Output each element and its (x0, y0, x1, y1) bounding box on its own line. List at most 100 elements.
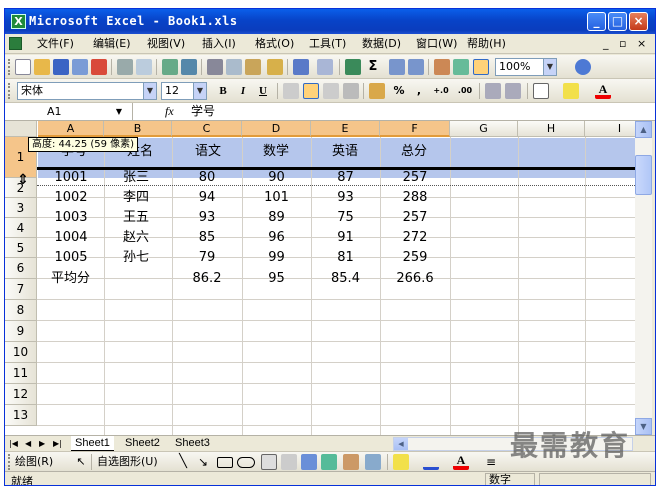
column-header-h[interactable]: H (518, 121, 585, 137)
cell-e5[interactable]: 91 (311, 228, 380, 248)
cell-f1[interactable]: 总分 (401, 142, 427, 162)
row-header-6[interactable]: 6 (5, 258, 37, 279)
autosum-icon[interactable]: Σ (365, 59, 381, 75)
menu-tools[interactable]: 工具(T) (307, 36, 348, 52)
clip-art-icon[interactable] (343, 454, 359, 470)
cell-d5[interactable]: 96 (242, 228, 311, 248)
cell-d7[interactable]: 95 (242, 269, 311, 289)
new-icon[interactable] (15, 59, 31, 75)
menu-window[interactable]: 窗口(W) (414, 36, 459, 52)
oval-icon[interactable] (237, 457, 255, 468)
row-header-9[interactable]: 9 (5, 321, 37, 342)
chevron-down-icon[interactable]: ▼ (116, 103, 122, 120)
currency-icon[interactable] (369, 83, 385, 99)
text-box-icon[interactable] (261, 454, 277, 470)
cell-b2[interactable]: 张三 (123, 168, 149, 188)
row-header-3[interactable]: 3 (5, 198, 37, 218)
save-icon[interactable] (53, 59, 69, 75)
sort-ascending-icon[interactable] (389, 59, 405, 75)
vertical-scrollbar[interactable]: ▲ ▼ (635, 121, 652, 435)
permission-icon[interactable] (72, 59, 88, 75)
format-painter-icon[interactable] (267, 59, 283, 75)
mdi-restore-button[interactable]: ▫ (619, 36, 626, 52)
comma-button[interactable]: , (411, 83, 427, 99)
cell-e6[interactable]: 81 (311, 248, 380, 268)
cell-e7[interactable]: 85.4 (311, 269, 380, 289)
column-header-b[interactable]: B (104, 121, 172, 137)
vertical-text-box-icon[interactable] (281, 454, 297, 470)
row-header-5[interactable]: 5 (5, 238, 37, 258)
name-box[interactable]: A1 ▼ (7, 103, 133, 120)
first-sheet-icon[interactable]: |◀ (9, 437, 18, 451)
column-header-i[interactable]: I (585, 121, 635, 137)
cell-b5[interactable]: 赵六 (123, 228, 149, 248)
redo-icon[interactable] (317, 59, 333, 75)
cell-c7[interactable]: 86.2 (172, 269, 242, 289)
menu-help[interactable]: 帮助(H) (465, 36, 508, 52)
help-icon[interactable] (575, 59, 591, 75)
cell-d4[interactable]: 89 (242, 208, 311, 228)
align-center-icon[interactable] (303, 83, 319, 99)
drawing-active-icon[interactable] (473, 59, 489, 75)
chevron-down-icon[interactable]: ▼ (143, 83, 156, 99)
sheet-tab-1[interactable]: Sheet1 (71, 436, 114, 451)
select-all-corner[interactable] (5, 121, 37, 137)
worksheet-grid[interactable]: A B C D E F G H I 1 2 3 4 5 6 7 8 9 10 1… (5, 121, 635, 435)
decrease-decimal-button[interactable]: .00 (457, 83, 473, 99)
column-header-f[interactable]: F (380, 121, 450, 137)
arrow-icon[interactable]: ↘ (195, 454, 211, 470)
increase-decimal-button[interactable]: +.0 (433, 83, 449, 99)
fill-color-icon[interactable] (393, 454, 409, 470)
row-header-10[interactable]: 10 (5, 342, 37, 363)
rectangle-icon[interactable] (217, 457, 233, 468)
hyperlink-icon[interactable] (345, 59, 361, 75)
percent-button[interactable]: % (391, 83, 407, 99)
cell-c6[interactable]: 79 (172, 248, 242, 268)
cell-d6[interactable]: 99 (242, 248, 311, 268)
cell-a4[interactable]: 1003 (38, 208, 104, 228)
cell-a6[interactable]: 1005 (38, 248, 104, 268)
close-button[interactable]: × (629, 12, 648, 31)
align-right-icon[interactable] (323, 83, 339, 99)
cell-a2[interactable]: 1001 (38, 168, 104, 188)
menu-view[interactable]: 视图(V) (145, 36, 187, 52)
drawing-toggle-icon[interactable] (453, 59, 469, 75)
diagram-icon[interactable] (321, 454, 337, 470)
cell-a3[interactable]: 1002 (38, 188, 104, 208)
cell-c2[interactable]: 80 (172, 168, 242, 188)
email-icon[interactable] (91, 59, 107, 75)
menu-format[interactable]: 格式(O) (253, 36, 296, 52)
spelling-icon[interactable] (162, 59, 178, 75)
workbook-icon[interactable] (9, 37, 22, 50)
cell-e4[interactable]: 75 (311, 208, 380, 228)
row-header-8[interactable]: 8 (5, 300, 37, 321)
chevron-down-icon[interactable]: ▼ (543, 59, 556, 75)
italic-button[interactable]: I (235, 83, 251, 99)
row-header-7[interactable]: 7 (5, 279, 37, 300)
underline-button[interactable]: U (255, 83, 271, 99)
cell-f3[interactable]: 288 (380, 188, 450, 208)
draw-menu-button[interactable]: 绘图(R) (15, 455, 53, 469)
formula-input[interactable]: 学号 (191, 103, 215, 120)
cell-c1[interactable]: 语文 (195, 142, 221, 162)
cell-b6[interactable]: 孙七 (123, 248, 149, 268)
menu-insert[interactable]: 插入(I) (200, 36, 238, 52)
scroll-thumb[interactable] (635, 155, 652, 195)
row-header-12[interactable]: 12 (5, 384, 37, 405)
sheet-tab-2[interactable]: Sheet2 (121, 436, 164, 451)
scroll-down-icon[interactable]: ▼ (635, 418, 652, 435)
column-header-g[interactable]: G (450, 121, 518, 137)
bold-button[interactable]: B (215, 83, 231, 99)
column-header-a[interactable]: A (38, 121, 104, 137)
cell-c4[interactable]: 93 (172, 208, 242, 228)
picture-icon[interactable] (365, 454, 381, 470)
font-color-icon[interactable]: A (595, 83, 611, 99)
cell-a7[interactable]: 平均分 (51, 269, 90, 289)
row-header-4[interactable]: 4 (5, 218, 37, 238)
maximize-button[interactable]: □ (608, 12, 627, 31)
menu-data[interactable]: 数据(D) (360, 36, 403, 52)
column-header-d[interactable]: D (242, 121, 311, 137)
increase-indent-icon[interactable] (505, 83, 521, 99)
undo-icon[interactable] (293, 59, 309, 75)
cell-d2[interactable]: 90 (242, 168, 311, 188)
